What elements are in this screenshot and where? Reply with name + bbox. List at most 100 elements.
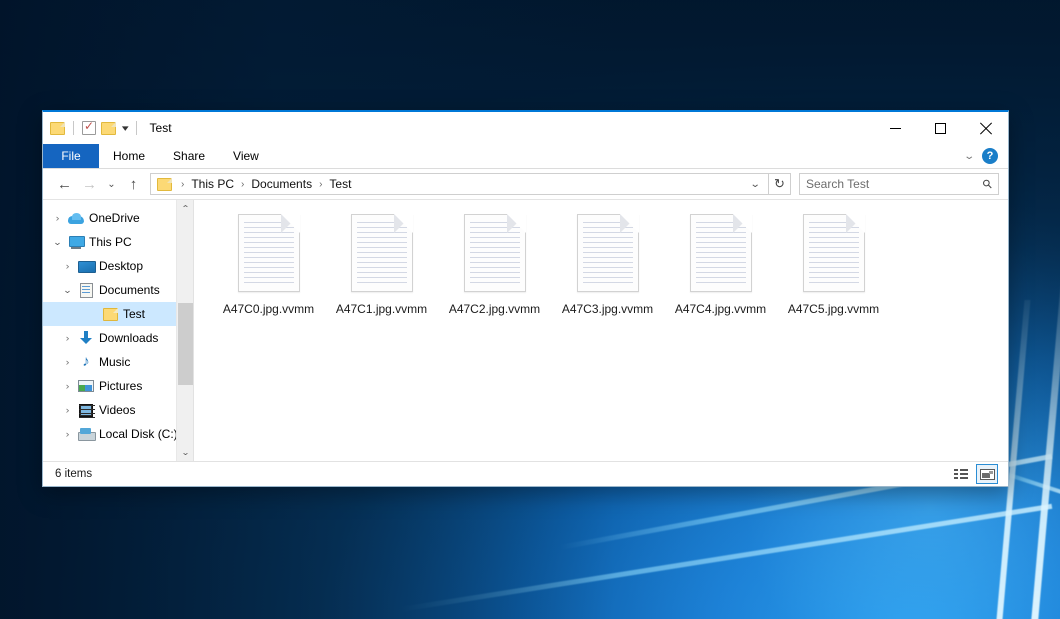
file-name-label: A47C2.jpg.vvmm	[449, 302, 540, 316]
chevron-right-icon[interactable]: ›	[57, 381, 78, 391]
title-bar: ▾ Test	[43, 112, 1008, 144]
sidebar-item-onedrive[interactable]: › OneDrive	[43, 206, 193, 230]
chevron-down-icon[interactable]: ⌄	[47, 237, 68, 248]
divider	[73, 121, 74, 135]
quick-access-toolbar: ▾	[50, 121, 140, 135]
generic-document-icon	[690, 214, 752, 292]
sidebar-item-label: Videos	[99, 403, 135, 417]
folder-icon	[100, 308, 120, 321]
folder-icon[interactable]	[50, 122, 65, 135]
sidebar-item-label: Test	[123, 307, 145, 321]
onedrive-icon	[66, 213, 86, 224]
tab-share[interactable]: Share	[159, 144, 219, 168]
close-icon	[979, 122, 992, 135]
documents-icon	[76, 283, 96, 298]
desktop-icon	[76, 260, 96, 273]
chevron-right-icon[interactable]: ›	[57, 429, 78, 439]
scrollbar-thumb[interactable]	[178, 303, 193, 385]
file-item[interactable]: A47C1.jpg.vvmm	[325, 212, 438, 316]
file-item[interactable]: A47C2.jpg.vvmm	[438, 212, 551, 316]
tab-home[interactable]: Home	[99, 144, 159, 168]
file-list-area[interactable]: A47C0.jpg.vvmm A47C1.jpg.vvmm	[193, 200, 1008, 461]
forward-button: →	[77, 172, 102, 196]
status-bar: 6 items	[43, 461, 1008, 486]
sidebar-item-local-disk[interactable]: › Local Disk (C:)	[43, 422, 193, 446]
chevron-right-icon[interactable]: ›	[47, 213, 68, 223]
maximize-button[interactable]	[918, 112, 963, 144]
sidebar-item-label: Desktop	[99, 259, 143, 273]
up-button[interactable]: ↑	[121, 172, 146, 196]
address-bar: ← → ⌄ ↑ › This PC › Documents › Test ⌄ ↻…	[43, 169, 1008, 199]
chevron-right-icon[interactable]: ›	[57, 333, 78, 343]
breadcrumb-documents[interactable]: Documents	[249, 177, 314, 191]
breadcrumb-separator: ›	[314, 179, 327, 190]
ribbon-tab-strip: File Home Share View ⌄ ?	[43, 144, 1008, 169]
breadcrumb-test[interactable]: Test	[327, 177, 353, 191]
breadcrumb-this-pc[interactable]: This PC	[189, 177, 236, 191]
this-pc-icon	[66, 236, 86, 249]
sidebar-item-documents[interactable]: ⌄ Documents	[43, 278, 193, 302]
minimize-button[interactable]	[873, 112, 918, 144]
search-input[interactable]: Search Test	[806, 177, 869, 191]
sidebar-item-desktop[interactable]: › Desktop	[43, 254, 193, 278]
sidebar-item-this-pc[interactable]: ⌄ This PC	[43, 230, 193, 254]
sidebar-item-downloads[interactable]: › Downloads	[43, 326, 193, 350]
chevron-down-icon[interactable]: ⌄	[963, 151, 975, 162]
file-item[interactable]: A47C0.jpg.vvmm	[212, 212, 325, 316]
chevron-right-icon[interactable]: ›	[57, 405, 78, 415]
sidebar-item-pictures[interactable]: › Pictures	[43, 374, 193, 398]
tab-file[interactable]: File	[43, 144, 99, 168]
downloads-icon	[76, 331, 96, 345]
file-name-label: A47C5.jpg.vvmm	[788, 302, 879, 316]
help-icon[interactable]: ?	[982, 148, 998, 164]
breadcrumb-bar[interactable]: › This PC › Documents › Test ⌄	[150, 173, 769, 195]
tab-view[interactable]: View	[219, 144, 273, 168]
new-folder-icon[interactable]	[101, 122, 116, 135]
sidebar-item-label: Local Disk (C:)	[99, 427, 178, 441]
pictures-icon	[76, 380, 96, 392]
refresh-button[interactable]: ↻	[769, 173, 791, 195]
sidebar-item-label: Pictures	[99, 379, 142, 393]
large-icons-view-button[interactable]	[976, 464, 998, 484]
file-item[interactable]: A47C4.jpg.vvmm	[664, 212, 777, 316]
scroll-down-icon[interactable]: ⌄	[174, 444, 196, 461]
videos-icon	[76, 404, 96, 417]
chevron-down-icon[interactable]: ⌄	[57, 285, 78, 296]
search-box[interactable]: Search Test ⚲	[799, 173, 999, 195]
navigation-pane-scrollbar[interactable]: ⌃ ⌄	[176, 200, 193, 461]
file-item[interactable]: A47C5.jpg.vvmm	[777, 212, 890, 316]
breadcrumb-separator: ›	[236, 179, 249, 190]
scrollbar-track[interactable]	[177, 217, 194, 444]
chevron-down-icon[interactable]: ⌄	[743, 179, 767, 190]
chevron-right-icon[interactable]: ›	[57, 357, 78, 367]
close-button[interactable]	[963, 112, 1008, 144]
file-explorer-window: ▾ Test File Home Share View	[42, 110, 1009, 487]
file-name-label: A47C4.jpg.vvmm	[675, 302, 766, 316]
scroll-up-icon[interactable]: ⌃	[174, 200, 196, 217]
sidebar-item-label: OneDrive	[89, 211, 140, 225]
generic-document-icon	[803, 214, 865, 292]
generic-document-icon	[464, 214, 526, 292]
explorer-body: › OneDrive ⌄ This PC › Desktop ⌄	[43, 199, 1008, 461]
ribbon-actions: ⌄ ?	[965, 144, 1008, 168]
window-controls	[873, 112, 1008, 144]
chevron-down-icon[interactable]: ▾	[122, 123, 129, 134]
sidebar-item-music[interactable]: › ♪ Music	[43, 350, 193, 374]
details-view-icon	[954, 469, 968, 480]
generic-document-icon	[238, 214, 300, 292]
sidebar-item-label: Documents	[99, 283, 160, 297]
back-button[interactable]: ←	[52, 172, 77, 196]
file-item[interactable]: A47C3.jpg.vvmm	[551, 212, 664, 316]
details-view-button[interactable]	[950, 464, 972, 484]
recent-locations-button[interactable]: ⌄	[102, 172, 121, 196]
desktop: ▾ Test File Home Share View	[0, 0, 1060, 619]
navigation-pane: › OneDrive ⌄ This PC › Desktop ⌄	[43, 200, 193, 461]
search-icon: ⚲	[980, 176, 996, 192]
large-icons-view-icon	[980, 469, 995, 480]
sidebar-item-test[interactable]: › Test	[43, 302, 193, 326]
chevron-right-icon[interactable]: ›	[57, 261, 78, 271]
divider	[136, 121, 137, 135]
sidebar-item-videos[interactable]: › Videos	[43, 398, 193, 422]
properties-checkbox-icon[interactable]	[82, 121, 96, 135]
generic-document-icon	[351, 214, 413, 292]
